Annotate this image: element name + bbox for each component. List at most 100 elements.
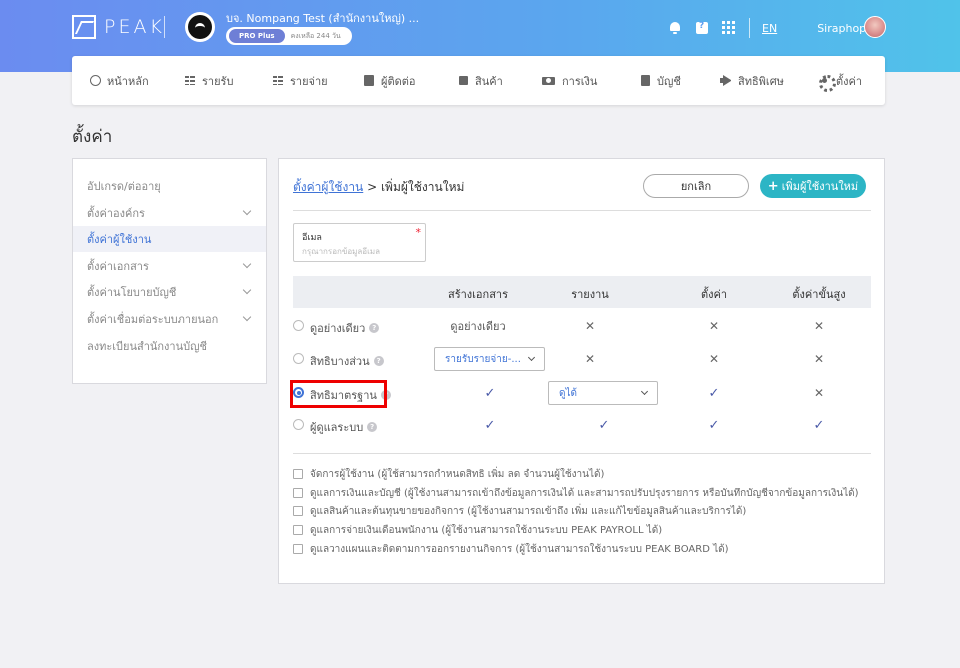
permission-label: ดูแลการจ่ายเงินเดือนพนักงาน (ผู้ใช้งานสา… <box>310 524 663 536</box>
role-cell-documents: ดูอย่างเดียว <box>450 320 506 333</box>
sidebar-item-integrations[interactable]: ตั้งค่าเชื่อมต่อระบบภายนอก <box>73 306 266 332</box>
role-radio-partial[interactable] <box>293 353 304 364</box>
help-circle-icon[interactable]: ? <box>367 422 378 432</box>
column-header-documents: สร้างเอกสาร <box>448 288 508 301</box>
nav-item-finance[interactable]: การเงิน <box>542 56 597 105</box>
x-icon: ✕ <box>708 319 720 333</box>
org-logo-avatar[interactable] <box>185 12 215 42</box>
documents-permission-select[interactable]: รายรับรายจ่าย-... <box>434 347 545 371</box>
nav-item-income[interactable]: รายรับ <box>185 56 233 105</box>
sidebar-item-organization[interactable]: ตั้งค่าองค์กร <box>73 200 266 226</box>
chevron-down-icon <box>242 259 252 269</box>
book-icon <box>640 75 651 86</box>
language-switch[interactable]: EN <box>762 22 777 35</box>
x-icon: ✕ <box>813 352 825 366</box>
role-table-header: สร้างเอกสาร รายงาน ตั้งค่า ตั้งค่าขั้นสู… <box>293 276 871 308</box>
help-circle-icon[interactable]: ? <box>369 323 380 333</box>
list-icon <box>185 75 196 86</box>
role-label: สิทธิบางส่วน <box>310 355 370 368</box>
column-header-advanced-settings: ตั้งค่าขั้นสูง <box>792 288 846 301</box>
sidebar-item-upgrade[interactable]: อัปเกรด/ต่ออายุ <box>73 173 266 199</box>
checkbox[interactable] <box>293 488 303 498</box>
checkbox[interactable] <box>293 544 303 554</box>
required-mark: * <box>415 226 422 239</box>
divider <box>293 453 871 454</box>
check-icon: ✓ <box>484 417 496 433</box>
breadcrumb-link-users[interactable]: ตั้งค่าผู้ใช้งาน <box>293 180 363 194</box>
nav-item-label: สิทธิพิเศษ <box>738 74 784 88</box>
add-user-panel: ตั้งค่าผู้ใช้งาน > เพิ่มผู้ใช้งานใหม่ ยก… <box>278 158 885 584</box>
role-radio-admin[interactable] <box>293 419 304 430</box>
breadcrumb: ตั้งค่าผู้ใช้งาน > เพิ่มผู้ใช้งานใหม่ <box>293 178 464 197</box>
checkbox[interactable] <box>293 506 303 516</box>
email-field-box: อีเมล * <box>293 223 426 262</box>
email-label: อีเมล <box>302 233 322 243</box>
header-divider <box>164 16 165 38</box>
role-row-admin: ผู้ดูแลระบบ? ✓ ✓ ✓ ✓ <box>293 410 871 440</box>
permission-board-reports[interactable]: ดูแลวางแผนและติดตามการออกรายงานกิจการ (ผ… <box>293 542 729 556</box>
column-header-reports: รายงาน <box>571 288 609 301</box>
plus-icon: + <box>767 178 779 194</box>
chevron-down-icon <box>242 206 252 216</box>
add-user-button[interactable]: + เพิ่มผู้ใช้งานใหม่ <box>760 174 866 198</box>
role-label: ดูอย่างเดียว <box>310 322 366 335</box>
sidebar-item-label: ตั้งค่าองค์กร <box>87 207 145 220</box>
role-row-partial: สิทธิบางส่วน? รายรับรายจ่าย-... ✕ ✕ ✕ <box>293 344 871 374</box>
user-avatar[interactable] <box>864 16 886 38</box>
sidebar-item-users[interactable]: ตั้งค่าผู้ใช้งาน <box>73 226 266 252</box>
sidebar-item-documents[interactable]: ตั้งค่าเอกสาร <box>73 253 266 279</box>
nav-item-expense[interactable]: รายจ่าย <box>273 56 328 105</box>
notification-bell-icon[interactable] <box>668 21 682 35</box>
nav-item-settings[interactable]: ตั้งค่า <box>819 56 862 105</box>
nav-item-label: รายรับ <box>202 74 234 88</box>
page-title: ตั้งค่า <box>72 127 113 147</box>
apps-grid-icon[interactable] <box>722 21 736 35</box>
select-value: ดูได้ <box>559 387 578 399</box>
nav-item-label: สินค้า <box>475 74 503 88</box>
box-icon <box>458 75 469 86</box>
sidebar-item-label: ตั้งค่าเอกสาร <box>87 260 149 273</box>
role-row-view-only: ดูอย่างเดียว? ดูอย่างเดียว ✕ ✕ ✕ <box>293 311 871 341</box>
check-icon: ✓ <box>708 417 720 433</box>
nav-item-label: ผู้ติดต่อ <box>381 74 416 88</box>
check-icon: ✓ <box>484 385 496 401</box>
permission-finance-accounting[interactable]: ดูแลการเงินและบัญชี (ผู้ใช้งานสามารถเข้า… <box>293 486 859 500</box>
user-name: Siraphop <box>817 21 867 35</box>
check-icon: ✓ <box>813 417 825 433</box>
chevron-down-icon <box>527 353 536 362</box>
x-icon: ✕ <box>584 352 596 366</box>
sidebar-item-register-office[interactable]: ลงทะเบียนสำนักงานบัญชี <box>73 333 266 359</box>
sidebar-item-label: ตั้งค่าเชื่อมต่อระบบภายนอก <box>87 313 219 326</box>
permission-products-cost[interactable]: ดูแลสินค้าและต้นทุนขายของกิจการ (ผู้ใช้ง… <box>293 504 746 518</box>
nav-item-label: การเงิน <box>562 74 598 88</box>
checkbox[interactable] <box>293 469 303 479</box>
role-radio-view-only[interactable] <box>293 320 304 331</box>
sidebar-item-label: อัปเกรด/ต่ออายุ <box>87 180 161 193</box>
nav-item-privileges[interactable]: สิทธิพิเศษ <box>720 56 784 105</box>
org-name[interactable]: บจ. Nompang Test (สำนักงานใหญ่) ... <box>226 9 419 27</box>
checkbox[interactable] <box>293 525 303 535</box>
x-icon: ✕ <box>813 386 825 400</box>
nav-item-label: รายจ่าย <box>290 74 328 88</box>
permission-payroll[interactable]: ดูแลการจ่ายเงินเดือนพนักงาน (ผู้ใช้งานสา… <box>293 523 662 537</box>
reports-permission-select[interactable]: ดูได้ <box>548 381 658 405</box>
sidebar-item-accounting-policy[interactable]: ตั้งค่านโยบายบัญชี <box>73 279 266 305</box>
nav-item-products[interactable]: สินค้า <box>458 56 503 105</box>
nav-item-home[interactable]: หน้าหลัก <box>90 56 149 105</box>
permission-user-management[interactable]: จัดการผู้ใช้งาน (ผู้ใช้สามารถกำหนดสิทธิ … <box>293 467 604 481</box>
column-header-settings: ตั้งค่า <box>700 288 728 301</box>
help-circle-icon[interactable]: ? <box>373 356 384 366</box>
nav-item-accounting[interactable]: บัญชี <box>640 56 681 105</box>
email-field[interactable] <box>302 245 420 258</box>
sidebar-item-label: ลงทะเบียนสำนักงานบัญชี <box>87 340 207 353</box>
permission-label: ดูแลการเงินและบัญชี (ผู้ใช้งานสามารถเข้า… <box>310 487 859 499</box>
nav-item-contacts[interactable]: ผู้ติดต่อ <box>364 56 415 105</box>
chevron-down-icon <box>242 285 252 295</box>
cancel-button[interactable]: ยกเลิก <box>643 174 749 198</box>
peak-logo-mark-icon <box>72 15 96 39</box>
help-icon[interactable] <box>695 21 709 35</box>
plan-status-pill[interactable]: PRO Plus คงเหลือ 244 วัน <box>226 27 352 45</box>
megaphone-icon <box>720 75 732 86</box>
divider <box>293 210 871 211</box>
peak-logo[interactable]: PEAK <box>72 15 165 39</box>
